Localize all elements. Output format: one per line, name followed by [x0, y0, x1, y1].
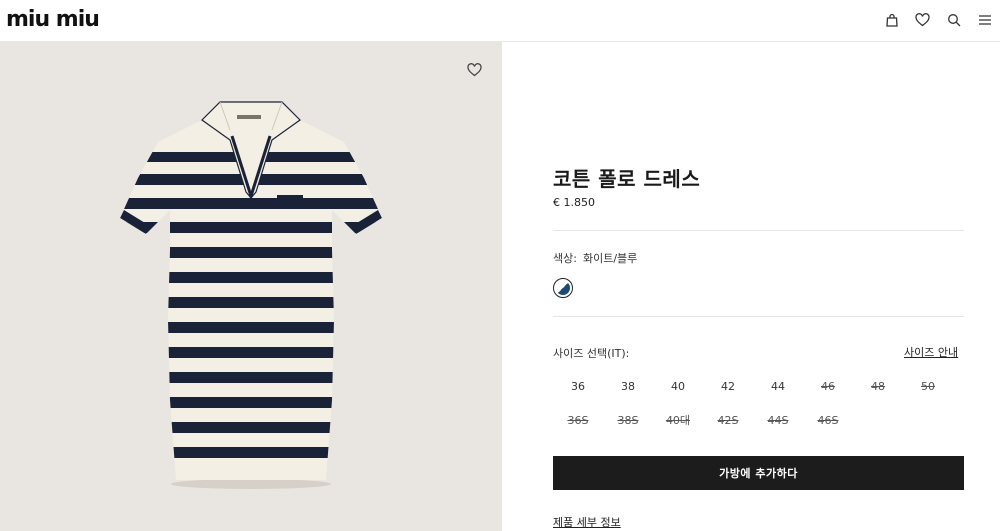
color-value: 화이트/블루: [582, 252, 638, 265]
product-image-panel: [0, 42, 502, 531]
swatch-fill: [556, 281, 570, 295]
color-label: 색상:: [553, 252, 577, 265]
color-row: 색상: 화이트/블루: [553, 250, 637, 266]
size-select-label: 사이즈 선택(IT):: [553, 347, 630, 360]
product-title: 코튼 폴로 드레스: [553, 167, 701, 191]
brand-logo-text: miu miu: [6, 6, 100, 32]
size-option-42[interactable]: 42: [703, 376, 753, 396]
divider: [553, 230, 964, 231]
product-details-link[interactable]: 제품 세부 정보: [553, 514, 621, 530]
size-option-42s[interactable]: 42S: [703, 410, 753, 430]
size-option-40[interactable]: 40: [653, 376, 703, 396]
brand-logo[interactable]: miu miu: [6, 6, 100, 32]
product-image: [120, 101, 382, 489]
size-option-46[interactable]: 46: [803, 376, 853, 396]
size-option-36s[interactable]: 36S: [553, 410, 603, 430]
product-info: 코튼 폴로 드레스 € 1.850 색상: 화이트/블루 사이즈 선택(IT):…: [553, 0, 965, 531]
size-option-48[interactable]: 48: [853, 376, 903, 396]
menu-icon[interactable]: [969, 0, 1000, 40]
size-option-46s[interactable]: 46S: [803, 410, 853, 430]
divider: [553, 316, 964, 317]
size-option-50[interactable]: 50: [903, 376, 953, 396]
size-options: 36 38 40 42 44 46 48 50 36S 38S 40대 42S 44S 46S: [553, 376, 964, 430]
size-guide-link[interactable]: 사이즈 안내: [904, 344, 958, 360]
size-option-38s[interactable]: 38S: [603, 410, 653, 430]
size-option-44s[interactable]: 44S: [753, 410, 803, 430]
wishlist-heart-icon[interactable]: [463, 59, 485, 81]
size-grid: 36 38 40 42 44 46 48 50 36S 38S 40대 42S 44S 46S: [553, 376, 964, 430]
size-option-44[interactable]: 44: [753, 376, 803, 396]
product-price: € 1.850: [553, 196, 595, 209]
add-to-bag-button[interactable]: 가방에 추가하다: [553, 456, 964, 490]
size-option-40대[interactable]: 40대: [653, 410, 703, 430]
size-option-38[interactable]: 38: [603, 376, 653, 396]
size-option-36[interactable]: 36: [553, 376, 603, 396]
color-swatch-white-blue[interactable]: [553, 278, 573, 298]
